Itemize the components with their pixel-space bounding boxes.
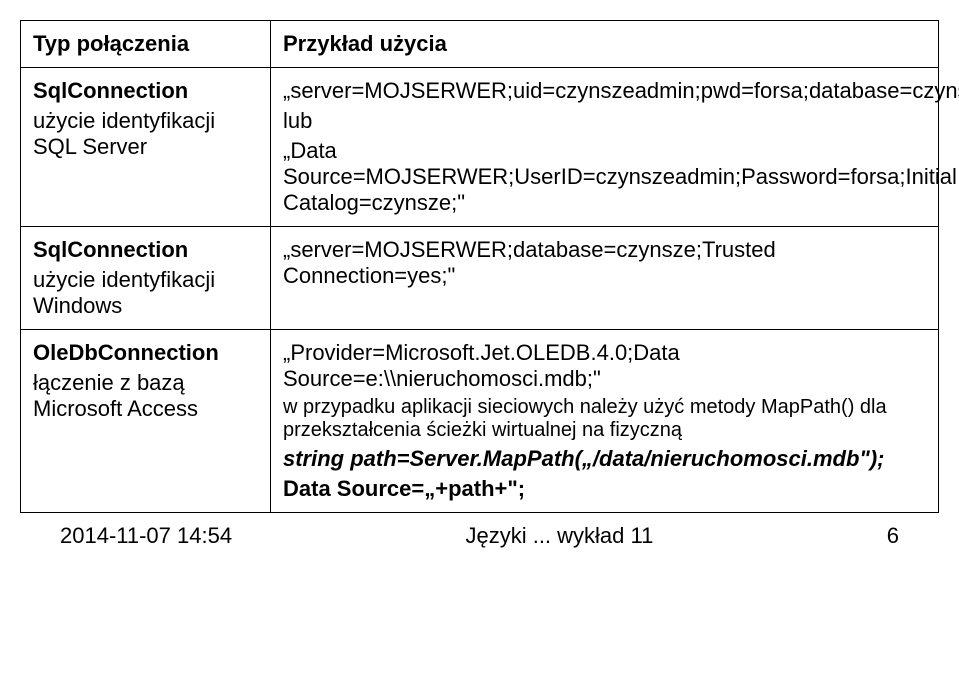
header-cell-left: Typ połączenia xyxy=(21,21,271,68)
row2-desc: łączenie z bazą Microsoft Access xyxy=(33,370,198,421)
row0-r1: „server=MOJSERWER;uid=czynszeadmin;pwd=f… xyxy=(283,78,959,103)
footer-page: 6 xyxy=(887,523,899,549)
row0-desc: użycie identyfikacji SQL Server xyxy=(33,108,215,159)
row0-left: SqlConnection użycie identyfikacji SQL S… xyxy=(21,68,271,227)
header-col2: Przykład użycia xyxy=(283,31,447,56)
connection-table: Typ połączenia Przykład użycia SqlConnec… xyxy=(20,20,939,513)
header-cell-right: Przykład użycia xyxy=(271,21,939,68)
row0-r3: „Data Source=MOJSERWER;UserID=czynszeadm… xyxy=(283,138,957,215)
row1-r1: „server=MOJSERWER;database=czynsze;Trust… xyxy=(283,237,776,288)
footer-title: Języki ... wykład 11 xyxy=(465,523,653,549)
row1-name: SqlConnection xyxy=(33,237,188,262)
row2-left: OleDbConnection łączenie z bazą Microsof… xyxy=(21,330,271,513)
row2-note: w przypadku aplikacji sieciowych należy … xyxy=(283,396,887,441)
row2-r3: Data Source=„+path+"; xyxy=(283,476,525,501)
row0-right: „server=MOJSERWER;uid=czynszeadmin;pwd=f… xyxy=(271,68,939,227)
row1-left: SqlConnection użycie identyfikacji Windo… xyxy=(21,227,271,330)
row2-r1: „Provider=Microsoft.Jet.OLEDB.4.0;Data S… xyxy=(283,340,680,391)
row0-name: SqlConnection xyxy=(33,78,188,103)
row0-r2: lub xyxy=(283,108,312,133)
page-footer: 2014-11-07 14:54 Języki ... wykład 11 6 xyxy=(20,523,939,549)
row1-desc: użycie identyfikacji Windows xyxy=(33,267,215,318)
row1-right: „server=MOJSERWER;database=czynsze;Trust… xyxy=(271,227,939,330)
row2-right: „Provider=Microsoft.Jet.OLEDB.4.0;Data S… xyxy=(271,330,939,513)
row2-name: OleDbConnection xyxy=(33,340,219,365)
footer-date: 2014-11-07 14:54 xyxy=(60,523,232,549)
row2-r2: string path=Server.MapPath(„/data/nieruc… xyxy=(283,446,885,471)
header-col1: Typ połączenia xyxy=(33,31,189,56)
